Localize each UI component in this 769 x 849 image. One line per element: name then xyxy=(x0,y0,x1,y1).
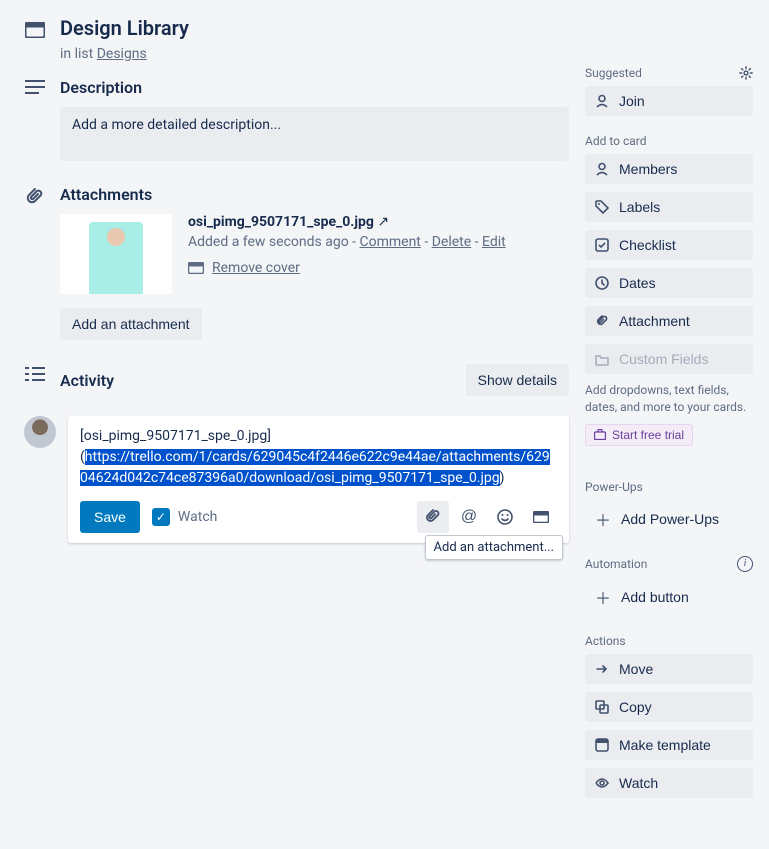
tag-icon xyxy=(595,200,609,214)
eye-icon xyxy=(595,776,609,790)
move-button[interactable]: Move xyxy=(585,654,753,684)
members-button[interactable]: Members xyxy=(585,154,753,184)
clock-icon xyxy=(595,276,609,290)
custom-fields-note: Add dropdowns, text fields, dates, and m… xyxy=(585,382,753,416)
person-icon xyxy=(595,94,609,108)
card-list-location: in list Designs xyxy=(60,46,189,62)
save-comment-button[interactable]: Save xyxy=(80,501,140,533)
remove-cover-link[interactable]: Remove cover xyxy=(212,260,300,276)
external-link-icon[interactable]: ↗ xyxy=(377,214,389,230)
description-icon xyxy=(24,78,46,161)
info-icon[interactable]: i xyxy=(737,556,753,572)
watch-checkbox[interactable]: ✓ xyxy=(152,508,170,526)
join-button[interactable]: Join xyxy=(585,86,753,116)
user-avatar[interactable] xyxy=(24,416,56,448)
attachments-icon xyxy=(24,185,46,340)
comment-editor[interactable]: [osi_pimg_9507171_spe_0.jpg] (https://tr… xyxy=(68,416,569,543)
actions-heading: Actions xyxy=(585,634,626,648)
card-title[interactable]: Design Library xyxy=(60,16,189,40)
attachment-button[interactable]: Attachment xyxy=(585,306,753,336)
copy-button[interactable]: Copy xyxy=(585,692,753,722)
add-to-card-heading: Add to card xyxy=(585,134,647,148)
start-free-trial-button[interactable]: Start free trial xyxy=(585,424,693,446)
folder-icon xyxy=(595,352,609,366)
description-heading: Description xyxy=(60,78,569,97)
check-square-icon xyxy=(595,238,609,252)
plus-icon: ＋ xyxy=(595,507,611,531)
card-small-icon xyxy=(188,262,204,274)
attachments-heading: Attachments xyxy=(60,185,569,204)
custom-fields-button[interactable]: Custom Fields xyxy=(585,344,753,374)
editor-card-icon[interactable] xyxy=(525,501,557,533)
attachment-edit-link[interactable]: Edit xyxy=(482,234,506,250)
plus-icon: ＋ xyxy=(595,585,611,609)
attachment-filename[interactable]: osi_pimg_9507171_spe_0.jpg xyxy=(188,214,374,230)
suggested-heading: Suggested xyxy=(585,66,642,80)
attachment-comment-link[interactable]: Comment xyxy=(360,234,421,250)
person-icon xyxy=(595,162,609,176)
comment-selected-url: https://trello.com/1/cards/629045c4f2446… xyxy=(80,449,550,486)
automation-heading: Automation xyxy=(585,557,647,571)
add-automation-button[interactable]: ＋ Add button xyxy=(585,578,753,616)
activity-icon xyxy=(24,364,46,406)
list-link[interactable]: Designs xyxy=(97,46,147,62)
attachment-thumbnail[interactable] xyxy=(60,214,172,294)
gear-icon[interactable] xyxy=(739,66,753,80)
copy-icon xyxy=(595,700,609,714)
description-input[interactable]: Add a more detailed description... xyxy=(60,107,569,161)
briefcase-icon xyxy=(594,429,606,440)
attachment-added-time: Added a few seconds ago - xyxy=(188,234,360,250)
watch-button[interactable]: Watch xyxy=(585,768,753,798)
add-attachment-button[interactable]: Add an attachment xyxy=(60,308,202,340)
dates-button[interactable]: Dates xyxy=(585,268,753,298)
activity-heading: Activity xyxy=(60,371,114,390)
attachment-tooltip: Add an attachment... xyxy=(425,535,563,560)
editor-emoji-icon[interactable] xyxy=(489,501,521,533)
labels-button[interactable]: Labels xyxy=(585,192,753,222)
checklist-button[interactable]: Checklist xyxy=(585,230,753,260)
add-power-ups-button[interactable]: ＋ Add Power-Ups xyxy=(585,500,753,538)
paperclip-icon xyxy=(595,314,609,328)
template-icon xyxy=(595,738,609,752)
watch-label: Watch xyxy=(178,509,217,525)
power-ups-heading: Power-Ups xyxy=(585,480,643,494)
comment-text-line1: [osi_pimg_9507171_spe_0.jpg] xyxy=(80,428,271,444)
show-details-button[interactable]: Show details xyxy=(466,364,569,396)
editor-mention-icon[interactable]: @ xyxy=(453,501,485,533)
editor-attachment-icon[interactable] xyxy=(417,501,449,533)
arrow-right-icon xyxy=(595,662,609,676)
card-icon xyxy=(24,16,46,38)
attachment-delete-link[interactable]: Delete xyxy=(432,234,471,250)
make-template-button[interactable]: Make template xyxy=(585,730,753,760)
